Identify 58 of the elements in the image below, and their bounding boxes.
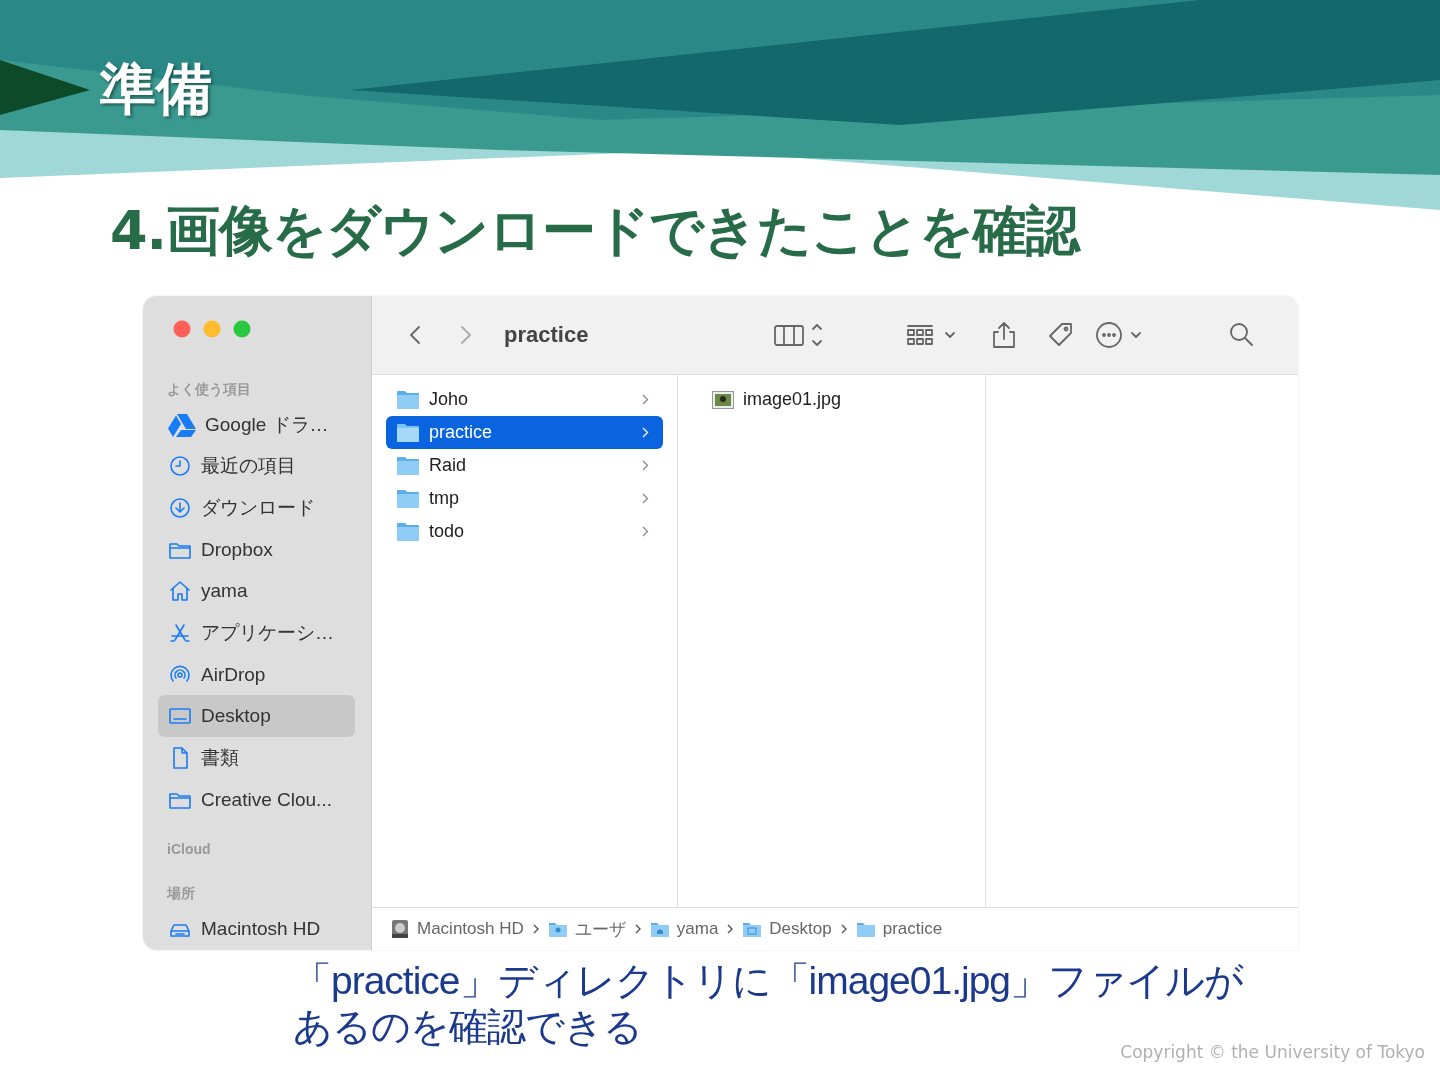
home-icon <box>168 579 192 604</box>
sidebar-heading: よく使う項目 <box>166 380 252 399</box>
sidebar-item[interactable]: Dropbox <box>158 528 355 571</box>
sidebar-item[interactable]: yama <box>158 570 355 613</box>
sidebar-item[interactable]: アプリケーシ… <box>158 612 355 654</box>
column-view-icon[interactable] <box>774 321 824 349</box>
chevron-icon <box>642 493 649 504</box>
folder-icon <box>396 521 420 542</box>
sidebar-heading: 場所 <box>165 884 196 904</box>
sidebar-item[interactable]: Google ドラ… <box>158 404 355 446</box>
sidebar-item[interactable]: ダウンロード <box>158 487 355 529</box>
app-store-icon <box>168 621 192 645</box>
sidebar-item[interactable]: Macintosh HD <box>158 908 355 950</box>
file-row[interactable]: tmp <box>386 482 663 515</box>
file-row[interactable]: practice <box>386 416 663 449</box>
file-row[interactable]: todo <box>386 515 663 548</box>
path-item[interactable]: yama <box>649 919 719 939</box>
section-title: 準備 <box>100 55 212 123</box>
copyright-text: Copyright © the University of Tokyo <box>1120 1042 1425 1062</box>
hard-drive-icon <box>390 919 410 939</box>
sidebar-heading: iCloud <box>166 840 212 860</box>
search-icon[interactable] <box>1228 321 1256 349</box>
chevron-icon <box>642 427 649 438</box>
sidebar-item[interactable]: Creative Clou... <box>158 778 355 821</box>
folder-icon <box>396 455 420 476</box>
desktop-folder-icon <box>742 920 763 938</box>
image-thumbnail-icon <box>712 390 734 409</box>
file-row[interactable]: Joho <box>386 383 663 416</box>
file-row[interactable]: Raid <box>386 449 663 482</box>
file-row[interactable]: image01.jpg <box>702 383 971 416</box>
window-title: practice <box>504 322 590 348</box>
slide-heading: 4.画像をダウンロードできたことを確認 <box>110 198 1080 264</box>
chevron-icon <box>532 924 539 934</box>
path-item[interactable]: Macintosh HD <box>390 919 524 939</box>
folder-icon <box>396 389 420 410</box>
chevron-icon <box>642 526 649 537</box>
clock-icon <box>168 454 192 479</box>
chevron-icon <box>634 924 641 934</box>
sidebar-item[interactable]: AirDrop <box>158 653 355 696</box>
user-folder-icon <box>547 920 568 938</box>
folder-icon <box>396 422 420 443</box>
home-folder-icon <box>649 920 670 938</box>
folder-icon <box>855 920 876 938</box>
sidebar-item[interactable]: 最近の項目 <box>158 445 355 488</box>
chevron-icon <box>840 924 847 934</box>
chevron-icon <box>642 394 649 405</box>
sidebar-item[interactable]: 書類 <box>158 737 355 779</box>
folder-icon <box>396 488 420 509</box>
triangle-logo-icon <box>168 412 196 437</box>
more-options-icon[interactable] <box>1096 321 1144 349</box>
path-item[interactable]: ユーザ <box>547 917 626 941</box>
chevron-icon <box>642 460 649 471</box>
share-icon[interactable] <box>990 321 1018 349</box>
path-item[interactable]: Desktop <box>742 919 832 939</box>
path-item[interactable]: practice <box>855 919 943 939</box>
chevron-icon <box>727 924 734 934</box>
download-icon <box>168 496 192 521</box>
sidebar-item[interactable]: Desktop <box>158 695 355 738</box>
